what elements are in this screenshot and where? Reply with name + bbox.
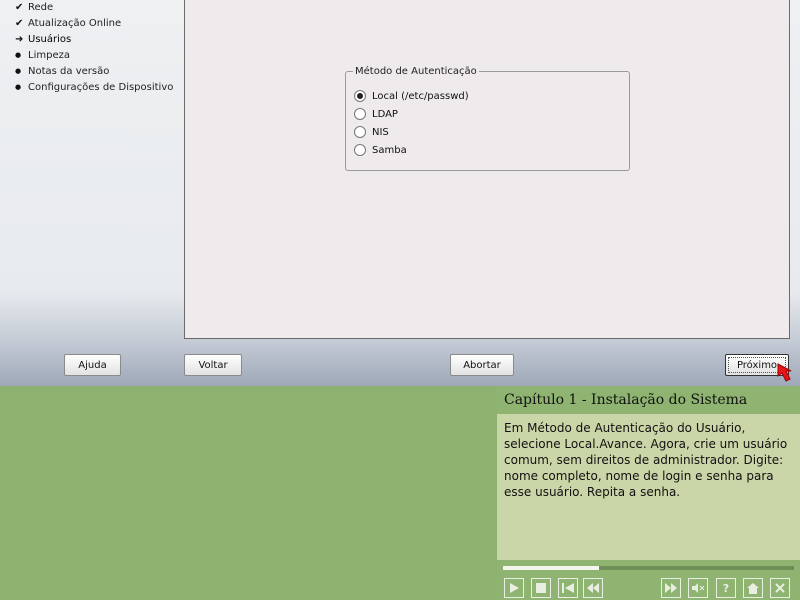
step-label: Usuários (28, 33, 72, 45)
step-label: Rede (28, 1, 54, 13)
radio-label[interactable]: NIS (372, 127, 389, 138)
radio-icon[interactable] (354, 144, 366, 156)
radio-samba[interactable]: Samba (354, 142, 407, 158)
tutorial-text: Em Método de Autenticação do Usuário, se… (504, 421, 788, 499)
radio-nis[interactable]: NIS (354, 124, 389, 140)
first-icon[interactable] (558, 578, 578, 598)
bullet-icon: ● (15, 83, 22, 91)
help-button[interactable]: Ajuda (64, 354, 121, 376)
help-icon[interactable]: ? (716, 578, 736, 598)
radio-label[interactable]: Local (/etc/passwd) (372, 91, 469, 102)
radio-label[interactable]: Samba (372, 145, 407, 156)
bullet-icon: ● (15, 51, 22, 59)
installer-window: ✔ Rede ✔ Atualização Online ➜ Usuários ●… (0, 0, 800, 386)
radio-selected-icon[interactable] (354, 90, 366, 102)
prev-icon[interactable] (583, 578, 603, 598)
desktop-background (0, 386, 497, 600)
steps-sidebar: ✔ Rede ✔ Atualização Online ➜ Usuários ●… (0, 0, 184, 340)
step-limpeza: ● Limpeza (15, 47, 70, 63)
tutorial-panel: Capítulo 1 - Instalação do Sistema Em Mé… (497, 386, 800, 600)
back-button[interactable]: Voltar (184, 354, 242, 376)
step-atualizacao-online: ✔ Atualização Online (15, 15, 121, 31)
step-label: Configurações de Dispositivo (28, 81, 174, 93)
radio-label[interactable]: LDAP (372, 109, 398, 120)
mute-icon[interactable] (688, 578, 708, 598)
home-icon[interactable] (743, 578, 763, 598)
step-label: Limpeza (28, 49, 70, 61)
check-icon: ✔ (15, 1, 24, 13)
tutorial-controls: ? (497, 560, 800, 600)
progress-bar[interactable] (503, 566, 794, 570)
radio-icon[interactable] (354, 126, 366, 138)
pointer-cursor-icon (777, 363, 792, 382)
bullet-icon: ● (15, 67, 22, 75)
step-configuracoes-de-dispositivo: ● Configurações de Dispositivo (15, 79, 173, 95)
step-rede: ✔ Rede (15, 0, 53, 15)
close-icon[interactable] (770, 578, 790, 598)
tutorial-title: Capítulo 1 - Instalação do Sistema (497, 386, 800, 414)
radio-icon[interactable] (354, 108, 366, 120)
step-notas-da-versao: ● Notas da versão (15, 63, 109, 79)
step-label: Atualização Online (28, 17, 122, 29)
arrow-right-icon: ➜ (15, 33, 24, 45)
stop-icon[interactable] (531, 578, 551, 598)
check-icon: ✔ (15, 17, 24, 29)
step-usuarios: ➜ Usuários (15, 31, 71, 47)
auth-method-legend: Método de Autenticação (353, 66, 479, 77)
abort-button[interactable]: Abortar (450, 354, 514, 376)
play-icon[interactable] (504, 578, 524, 598)
radio-local[interactable]: Local (/etc/passwd) (354, 88, 469, 104)
radio-ldap[interactable]: LDAP (354, 106, 398, 122)
progress-fill (503, 566, 600, 570)
step-label: Notas da versão (28, 65, 110, 77)
next-icon[interactable] (661, 578, 681, 598)
